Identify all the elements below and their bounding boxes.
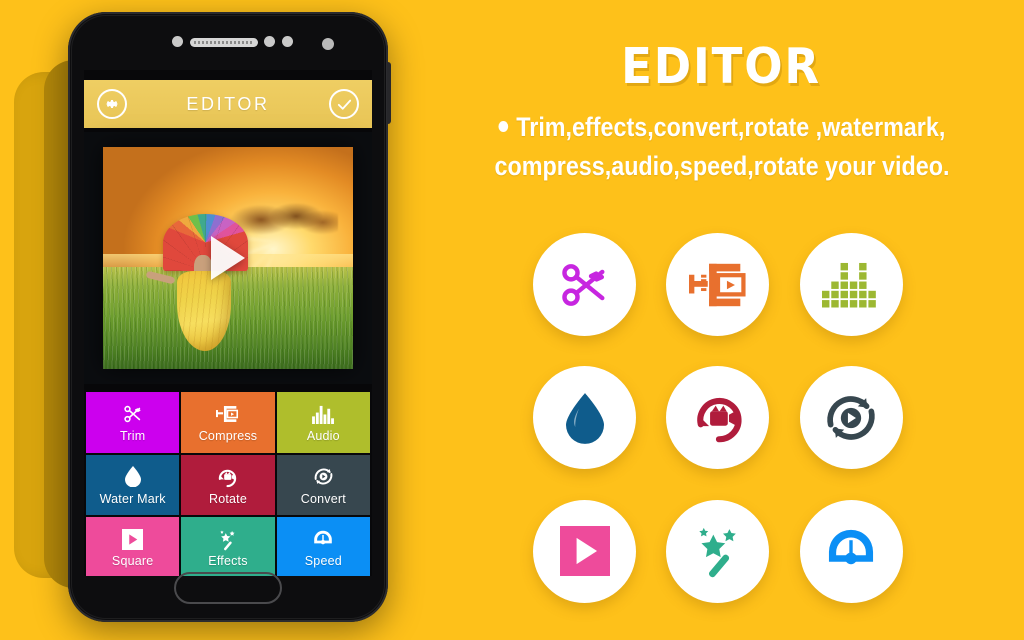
tile-label: Speed <box>304 554 342 569</box>
tile-rotate[interactable]: Rotate <box>181 454 275 516</box>
gear-icon[interactable] <box>97 89 127 119</box>
earpiece-speaker-grille <box>194 41 254 44</box>
phone-screen: EDITOR Trim Compress Audio Water Mark Ro… <box>84 70 372 576</box>
feature-bubble-speed[interactable] <box>799 499 903 603</box>
promo-panel: EDITOR Trim,effects,convert,rotate ,wate… <box>418 0 1024 640</box>
speedometer-icon <box>824 524 878 578</box>
video-preview-area <box>84 132 372 384</box>
feature-description-line2: compress,audio,speed,rotate your video. <box>494 151 950 182</box>
equalizer-icon <box>822 260 880 310</box>
tile-audio[interactable]: Audio <box>276 392 370 453</box>
tile-trim[interactable]: Trim <box>86 392 180 453</box>
feature-bubble-trim[interactable] <box>533 233 637 337</box>
light-sensor-icon <box>282 36 293 47</box>
tile-label: Effects <box>208 554 248 569</box>
equalizer-icon <box>311 402 335 426</box>
preview-person <box>145 213 253 352</box>
feature-bubble-convert[interactable] <box>799 366 903 470</box>
tile-water-mark[interactable]: Water Mark <box>86 454 180 516</box>
water-drop-icon <box>121 465 145 489</box>
scissors-icon <box>557 257 613 313</box>
tile-label: Audio <box>306 429 340 444</box>
compress-icon <box>688 260 747 310</box>
feature-icon-grid <box>518 218 918 618</box>
scissors-icon <box>121 402 145 426</box>
square-play-icon <box>121 527 145 551</box>
tile-label: Convert <box>300 491 346 506</box>
speedometer-icon <box>311 527 335 551</box>
feature-bubble-watermark[interactable] <box>533 366 637 470</box>
square-play-icon <box>559 526 610 577</box>
feature-tile-grid: Trim Compress Audio Water Mark Rotate Co… <box>84 392 372 576</box>
tile-label: Compress <box>198 429 258 444</box>
page-title: EDITOR <box>621 38 821 95</box>
feature-description: Trim,effects,convert,rotate ,watermark, … <box>467 108 977 186</box>
bullet-icon <box>498 120 509 132</box>
tile-convert[interactable]: Convert <box>276 454 370 516</box>
play-icon[interactable] <box>211 236 245 280</box>
phone-mockup: EDITOR Trim Compress Audio Water Mark Ro… <box>68 12 391 622</box>
feature-bubble-square[interactable] <box>533 499 637 603</box>
magic-wand-icon <box>690 523 746 579</box>
app-bar: EDITOR <box>84 80 372 128</box>
feature-bubble-audio[interactable] <box>799 233 903 337</box>
magic-wand-icon <box>216 527 240 551</box>
tile-effects[interactable]: Effects <box>181 517 275 576</box>
phone-side-button[interactable] <box>387 62 391 124</box>
rotate-camera-icon <box>216 465 240 489</box>
tile-square[interactable]: Square <box>86 517 180 576</box>
home-button[interactable] <box>174 572 282 604</box>
front-sensor-icon <box>172 36 183 47</box>
person-dress <box>176 271 232 352</box>
feature-bubble-effects[interactable] <box>666 499 770 603</box>
tile-speed[interactable]: Speed <box>276 517 370 576</box>
convert-icon <box>822 392 880 444</box>
feature-description-line1: Trim,effects,convert,rotate ,watermark, <box>516 112 946 142</box>
check-circle-icon[interactable] <box>329 89 359 119</box>
feature-bubble-rotate[interactable] <box>666 366 770 470</box>
tile-label: Trim <box>120 429 146 444</box>
tile-label: Rotate <box>208 491 247 506</box>
compress-icon <box>216 402 240 426</box>
feature-bubble-compress[interactable] <box>666 233 770 337</box>
promo-banner: EDITOR Trim Compress Audio Water Mark Ro… <box>0 0 1024 640</box>
video-thumbnail[interactable] <box>103 147 353 369</box>
water-drop-icon <box>565 392 604 444</box>
rotate-camera-icon <box>690 391 746 445</box>
tile-label: Square <box>111 554 154 569</box>
tile-label: Water Mark <box>99 491 166 506</box>
app-bar-title: EDITOR <box>186 93 270 114</box>
front-camera-icon <box>322 38 334 50</box>
tile-compress[interactable]: Compress <box>181 392 275 453</box>
convert-icon <box>311 465 335 489</box>
proximity-sensor-icon <box>264 36 275 47</box>
